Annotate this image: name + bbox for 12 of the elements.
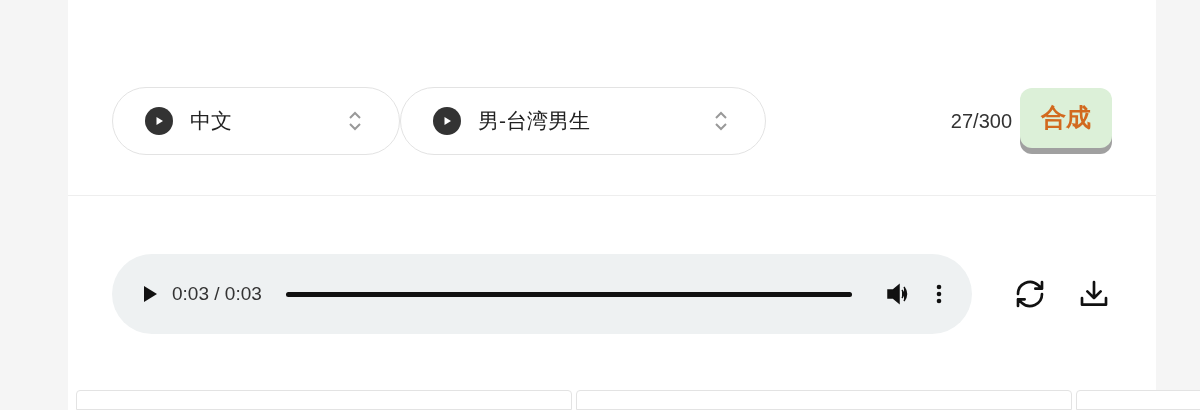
more-icon[interactable] bbox=[936, 284, 942, 304]
refresh-icon[interactable] bbox=[1014, 278, 1046, 310]
chevron-updown-icon bbox=[713, 109, 729, 132]
play-icon[interactable] bbox=[433, 106, 461, 135]
character-count: 27/300 bbox=[950, 108, 1012, 134]
progress-bar[interactable] bbox=[285, 291, 852, 297]
audio-player[interactable]: 0:03 / 0:03 bbox=[112, 254, 972, 334]
volume-icon[interactable] bbox=[886, 283, 910, 305]
chevron-updown-icon bbox=[347, 109, 363, 132]
play-icon[interactable] bbox=[145, 106, 173, 135]
play-icon[interactable] bbox=[142, 285, 158, 303]
playback-time: 0:03 / 0:03 bbox=[172, 281, 262, 306]
